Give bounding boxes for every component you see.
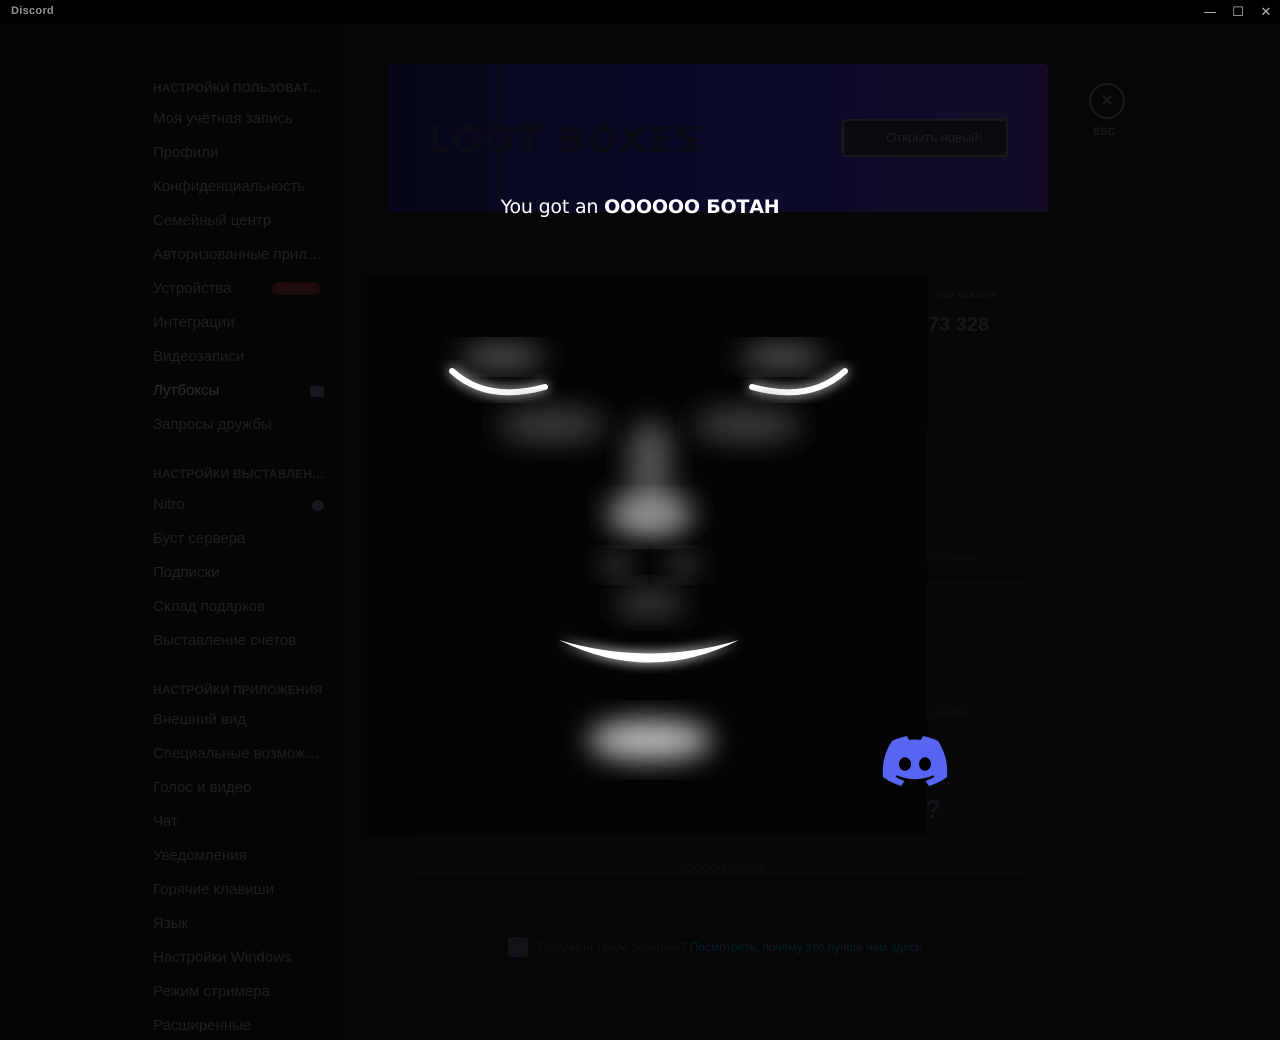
footer-link[interactable]: Посмотреть, почему это лучше чем здесь xyxy=(690,940,922,954)
app-title: Discord xyxy=(11,5,55,17)
sidebar-item-billing[interactable]: Выставление счетов xyxy=(153,630,325,652)
esc-label: ESC xyxy=(1093,126,1116,138)
sidebar-item-authorized-apps[interactable]: Авторизованные приложения xyxy=(153,244,325,266)
sidebar-item-language[interactable]: Язык xyxy=(153,913,325,935)
sidebar-item-subscriptions[interactable]: Подписки xyxy=(153,562,325,584)
sidebar-item-lootboxes[interactable]: Лутбоксы xyxy=(153,380,293,402)
sidebar-item-clips[interactable]: Видеозаписи xyxy=(153,346,325,368)
glowing-face-svg xyxy=(449,347,848,760)
maximize-icon[interactable]: ☐ xyxy=(1224,0,1252,24)
sidebar-item-privacy[interactable]: Конфиденциальность xyxy=(153,176,325,198)
sidebar-item-gift-inventory[interactable]: Склад подарков xyxy=(153,596,325,618)
settings-sidebar: НАСТРОЙКИ ПОЛЬЗОВАТЕЛЯ Моя учётная запис… xyxy=(0,24,338,1040)
sidebar-item-friend-requests[interactable]: Запросы дружбы xyxy=(153,414,325,436)
item-label: ...обнимка xyxy=(928,552,976,563)
sidebar-item-voice-video[interactable]: Голос и видео xyxy=(153,777,325,799)
sidebar-item-advanced[interactable]: Расширенные xyxy=(153,1015,325,1037)
close-icon[interactable]: ✕ xyxy=(1089,83,1125,119)
unknown-item-icon: ? xyxy=(925,794,941,824)
lootbox-banner: LOOT BOXES Открыть новый! xyxy=(388,64,1048,212)
sidebar-item-chat[interactable]: Чат xyxy=(153,811,325,833)
sidebar-item-keybinds[interactable]: Горячие клавиши xyxy=(153,879,325,901)
footer-text: Получили такую реакцию? Посмотреть, поче… xyxy=(538,940,922,954)
window-titlebar: Discord — ☐ ✕ xyxy=(0,0,1280,24)
lootbox-icon xyxy=(310,386,324,397)
close-icon[interactable]: ✕ xyxy=(1252,0,1280,24)
footer-prefix: Получили такую реакцию? xyxy=(538,940,690,954)
sidebar-item-appearance[interactable]: Внешний вид xyxy=(153,709,325,731)
discord-logo-icon xyxy=(882,735,948,787)
discord-logo-svg xyxy=(882,736,948,786)
open-lootbox-button[interactable]: Открыть новый! xyxy=(842,119,1008,157)
sidebar-item-server-boost[interactable]: Буст сервера xyxy=(153,528,325,550)
sidebar-item-account[interactable]: Моя учётная запись xyxy=(153,108,325,130)
sidebar-item-notifications[interactable]: Уведомления xyxy=(153,845,325,867)
sidebar-item-windows-settings[interactable]: Настройки Windows xyxy=(153,947,325,969)
reward-item-name: OOOOOO БОТАН xyxy=(604,196,780,218)
sidebar-header-user: НАСТРОЙКИ ПОЛЬЗОВАТЕЛЯ xyxy=(153,81,325,95)
new-badge: НОВОЕ xyxy=(272,282,321,295)
sidebar-header-billing: НАСТРОЙКИ ВЫСТАВЛЕНИЯ СЧЕТОВ xyxy=(153,467,325,481)
glowing-face-image xyxy=(367,275,927,835)
sidebar-item-streamer-mode[interactable]: Режим стримера xyxy=(153,981,325,1003)
stat-label: ...ные нажатия xyxy=(928,290,997,301)
stat-value: 73 328 xyxy=(928,314,990,336)
banner-title: LOOT BOXES xyxy=(428,120,703,161)
item-label: ...в силы xyxy=(928,708,969,719)
reward-prefix: You got an xyxy=(500,196,605,218)
minimize-icon[interactable]: — xyxy=(1196,0,1224,24)
sidebar-item-devices[interactable]: Устройства xyxy=(153,278,263,300)
clapper-icon xyxy=(508,937,528,957)
sidebar-item-integrations[interactable]: Интеграции xyxy=(153,312,325,334)
item-label: OOOOOO БАНАН xyxy=(679,863,763,874)
sidebar-item-accessibility[interactable]: Специальные возможности xyxy=(153,743,325,765)
sidebar-item-profiles[interactable]: Профили xyxy=(153,142,325,164)
nitro-icon xyxy=(312,500,324,511)
sidebar-header-app: НАСТРОЙКИ ПРИЛОЖЕНИЯ xyxy=(153,683,323,697)
sidebar-item-nitro[interactable]: Nitro xyxy=(153,494,293,516)
reward-caption: You got an OOOOOO БОТАН xyxy=(0,196,1280,218)
